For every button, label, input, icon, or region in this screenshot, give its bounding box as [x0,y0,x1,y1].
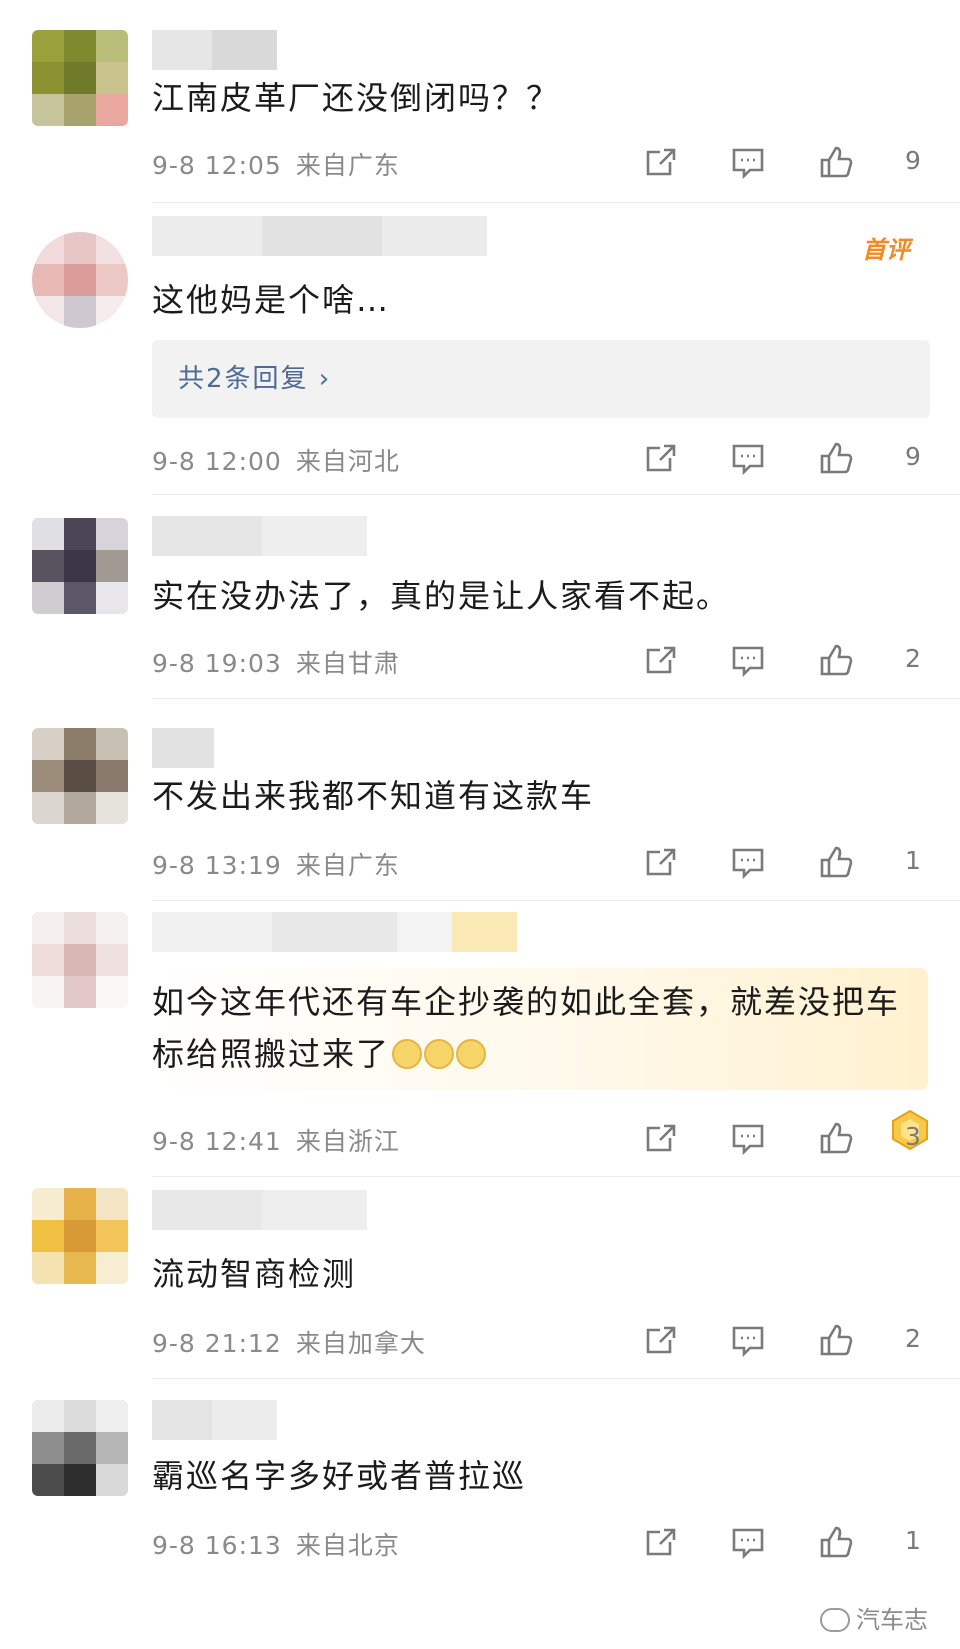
divider [152,494,960,495]
avatar[interactable] [32,1400,128,1496]
comment-actions: 9 [0,142,960,186]
comment-text: 江南皮革厂还没倒闭吗？？ [152,79,561,117]
comment-icon[interactable] [728,842,768,882]
username-blurred[interactable] [152,216,487,256]
like-count: 1 [905,1526,921,1555]
like-icon[interactable] [816,438,856,478]
username-blurred[interactable] [152,912,517,952]
comment-icon[interactable] [728,1522,768,1562]
share-icon[interactable] [640,142,680,182]
like-count: 2 [905,644,921,673]
comment-text: 霸巡名字多好或者普拉巡 [152,1457,527,1495]
wechat-logo-icon [820,1608,850,1632]
username-blurred[interactable] [152,1400,277,1440]
like-count: 9 [905,442,921,471]
share-icon[interactable] [640,1118,680,1158]
divider [152,202,960,203]
comment-icon[interactable] [728,1320,768,1360]
like-count: 2 [905,1324,921,1353]
replies-label: 共2条回复 › [178,364,332,394]
view-replies-button[interactable]: 共2条回复 › [152,340,930,418]
like-count: 3 [905,1122,921,1151]
comment-text: 不发出来我都不知道有这款车 [152,777,595,815]
share-icon[interactable] [640,1522,680,1562]
watermark: 汽车志 [820,1600,928,1635]
like-icon[interactable] [816,1522,856,1562]
comment-text-body: 如今这年代还有车企抄袭的如此全套，就差没把车标给照搬过来了 [152,983,901,1073]
username-blurred[interactable] [152,728,214,768]
comment-actions: 2 [0,1320,960,1364]
avatar[interactable] [32,232,128,328]
shush-emoji-icon [424,1039,455,1069]
username-blurred[interactable] [152,30,277,70]
divider [152,1378,960,1379]
share-icon[interactable] [640,1320,680,1360]
like-count: 9 [905,146,921,175]
divider [152,900,960,901]
shush-emoji-icon [392,1039,423,1069]
comment-text: 实在没办法了，真的是让人家看不起。 [152,577,731,615]
comment-actions: 1 [0,1522,960,1566]
comment-text: 这他妈是个啥… [152,281,391,319]
comment-actions: 3 [0,1118,960,1162]
comment-icon[interactable] [728,438,768,478]
comment-icon[interactable] [728,640,768,680]
share-icon[interactable] [640,842,680,882]
share-icon[interactable] [640,438,680,478]
avatar[interactable] [32,728,128,824]
divider [152,1176,960,1177]
avatar[interactable] [32,30,128,126]
comment-text: 如今这年代还有车企抄袭的如此全套，就差没把车标给照搬过来了 [152,976,900,1080]
comment-text: 流动智商检测 [152,1255,357,1293]
comment-icon[interactable] [728,142,768,182]
like-icon[interactable] [816,1118,856,1158]
shush-emoji-icon [456,1039,487,1069]
avatar[interactable] [32,518,128,614]
username-blurred[interactable] [152,516,367,556]
like-icon[interactable] [816,640,856,680]
comment-actions: 9 [0,438,960,482]
share-icon[interactable] [640,640,680,680]
watermark-text: 汽车志 [856,1606,928,1634]
username-blurred[interactable] [152,1190,367,1230]
like-icon[interactable] [816,142,856,182]
like-count: 1 [905,846,921,875]
like-icon[interactable] [816,842,856,882]
comment-actions: 2 [0,640,960,684]
first-comment-badge: 首评 [862,236,910,264]
comment-icon[interactable] [728,1118,768,1158]
comment-actions: 1 [0,842,960,886]
divider [152,698,960,699]
avatar[interactable] [32,912,128,1008]
like-icon[interactable] [816,1320,856,1360]
avatar[interactable] [32,1188,128,1284]
